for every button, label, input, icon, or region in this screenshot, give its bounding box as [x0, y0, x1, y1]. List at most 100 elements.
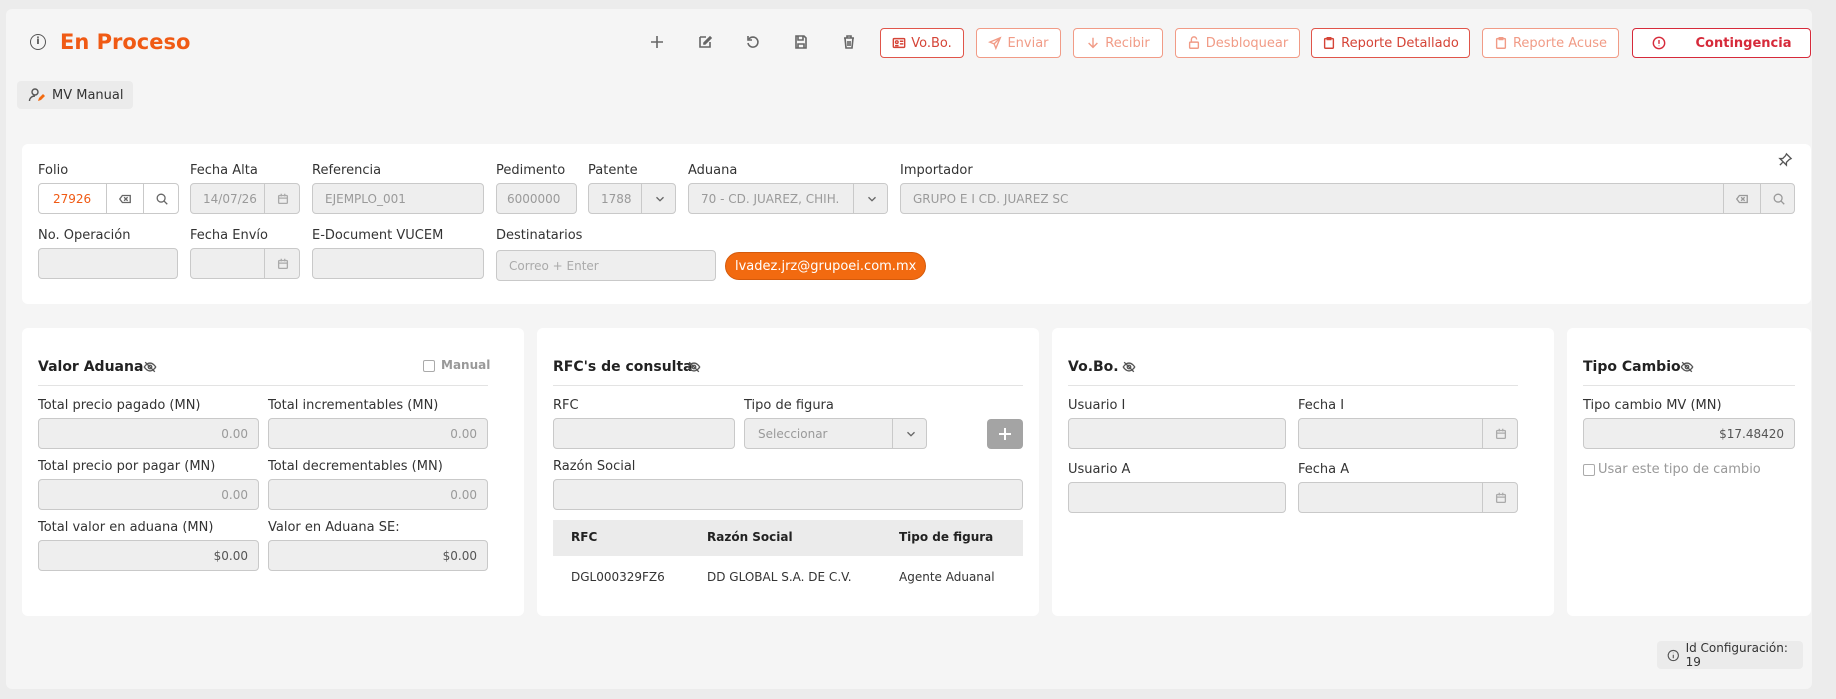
vobo-button[interactable]: Vo.Bo.: [880, 28, 964, 58]
chevron-down-icon[interactable]: [641, 184, 675, 213]
recibir-button-label: Recibir: [1105, 35, 1150, 51]
mv-manual-label: MV Manual: [52, 87, 124, 103]
calendar-icon[interactable]: [264, 249, 299, 278]
total-valor-aduana-field[interactable]: $0.00: [38, 540, 259, 571]
aduana-value: 70 - CD. JUAREZ, CHIH.: [701, 191, 840, 206]
reporte-acuse-label: Reporte Acuse: [1512, 35, 1608, 51]
chevron-down-icon[interactable]: [892, 419, 926, 448]
clear-icon[interactable]: [1723, 184, 1760, 213]
usuario-i-field[interactable]: [1068, 418, 1286, 449]
no-operacion-label: No. Operación: [38, 228, 131, 243]
usuario-a-label: Usuario A: [1068, 462, 1131, 477]
trash-icon[interactable]: [837, 30, 861, 54]
fecha-alta-label: Fecha Alta: [190, 163, 258, 178]
table-row[interactable]: DGL000329FZ6 DD GLOBAL S.A. DE C.V. Agen…: [553, 560, 1023, 594]
valor-aduana-se-field[interactable]: $0.00: [268, 540, 488, 571]
divider: [553, 385, 1023, 386]
reporte-acuse-button[interactable]: Reporte Acuse: [1482, 28, 1619, 58]
patente-select[interactable]: 1788: [588, 183, 676, 214]
rfc-input[interactable]: [553, 418, 735, 449]
table-cell: DGL000329FZ6: [571, 570, 665, 584]
info-icon[interactable]: i: [30, 34, 46, 50]
tipo-figura-select[interactable]: Seleccionar: [744, 418, 927, 449]
plus-icon: [999, 428, 1011, 440]
total-pagado-label: Total precio pagado (MN): [38, 398, 201, 413]
send-icon: [988, 36, 1003, 50]
usar-tipo-cambio-checkbox[interactable]: [1583, 464, 1595, 476]
contingencia-label: Contingencia: [1695, 35, 1792, 51]
total-pagado-field[interactable]: 0.00: [38, 418, 259, 449]
clear-icon[interactable]: [106, 184, 143, 213]
no-operacion-field[interactable]: [38, 248, 178, 279]
save-icon[interactable]: [789, 30, 813, 54]
destinatarios-input[interactable]: Correo + Enter: [496, 250, 716, 281]
eye-off-icon[interactable]: [687, 360, 703, 376]
add-icon[interactable]: [645, 30, 669, 54]
edocument-label: E-Document VUCEM: [312, 228, 444, 243]
tipo-figura-label: Tipo de figura: [744, 398, 834, 413]
total-por-pagar-field[interactable]: 0.00: [38, 479, 259, 510]
calendar-icon[interactable]: [1482, 483, 1517, 512]
contingencia-button[interactable]: Contingencia: [1632, 28, 1811, 58]
desbloquear-button[interactable]: Desbloquear: [1175, 28, 1300, 58]
aduana-select[interactable]: 70 - CD. JUAREZ, CHIH.: [688, 183, 888, 214]
valor-aduana-se-value: $0.00: [442, 548, 477, 563]
importador-field[interactable]: GRUPO E I CD. JUAREZ SC: [900, 183, 1795, 214]
folio-field[interactable]: 27926: [38, 183, 179, 214]
tipo-cambio-label: Tipo cambio MV (MN): [1583, 398, 1722, 413]
calendar-icon[interactable]: [1482, 419, 1517, 448]
unlock-icon: [1188, 36, 1199, 49]
total-valor-aduana-value: $0.00: [213, 548, 248, 563]
email-tag-label: lvadez.jrz@grupoei.com.mx: [735, 258, 917, 274]
eye-off-icon[interactable]: [1122, 360, 1138, 376]
search-icon[interactable]: [1760, 184, 1794, 213]
eye-off-icon[interactable]: [1680, 360, 1696, 376]
search-icon[interactable]: [143, 184, 178, 213]
column-header: RFC: [571, 530, 598, 544]
total-por-pagar-value: 0.00: [221, 487, 248, 502]
chevron-down-icon[interactable]: [853, 184, 887, 213]
rfc-label: RFC: [553, 398, 579, 413]
total-valor-aduana-label: Total valor en aduana (MN): [38, 520, 214, 535]
add-rfc-button[interactable]: [987, 419, 1023, 449]
referencia-field[interactable]: EJEMPLO_001: [312, 183, 484, 214]
manual-label: Manual: [441, 358, 491, 372]
pedimento-field[interactable]: 6000000: [496, 183, 577, 214]
total-decrementables-label: Total decrementables (MN): [268, 459, 443, 474]
calendar-icon[interactable]: [264, 184, 299, 213]
enviar-button-label: Enviar: [1007, 35, 1049, 51]
config-label: Id Configuración: 19: [1685, 641, 1788, 669]
patente-value: 1788: [601, 191, 632, 206]
edocument-field[interactable]: [312, 248, 484, 279]
email-tag[interactable]: lvadez.jrz@grupoei.com.mx: [725, 252, 927, 280]
recibir-button[interactable]: Recibir: [1073, 28, 1163, 58]
folio-label: Folio: [38, 163, 69, 178]
manual-checkbox[interactable]: [423, 360, 435, 372]
fecha-alta-value: 14/07/26: [203, 191, 257, 206]
reporte-detallado-label: Reporte Detallado: [1341, 35, 1459, 51]
eye-off-icon[interactable]: [143, 360, 159, 376]
alert-circle-icon: [1652, 36, 1665, 50]
fecha-a-field[interactable]: [1298, 482, 1518, 513]
fecha-envio-field[interactable]: [190, 248, 300, 279]
page-title: En Proceso: [60, 30, 191, 54]
enviar-button[interactable]: Enviar: [976, 28, 1061, 58]
fecha-i-field[interactable]: [1298, 418, 1518, 449]
razon-social-input[interactable]: [553, 479, 1023, 510]
reporte-detallado-button[interactable]: Reporte Detallado: [1311, 28, 1470, 58]
usuario-a-field[interactable]: [1068, 482, 1286, 513]
fecha-envio-label: Fecha Envío: [190, 228, 268, 243]
undo-icon[interactable]: [741, 30, 765, 54]
referencia-value: EJEMPLO_001: [325, 191, 406, 206]
referencia-label: Referencia: [312, 163, 382, 178]
edit-icon[interactable]: [693, 30, 717, 54]
tipo-cambio-field[interactable]: $17.48420: [1583, 418, 1795, 449]
config-badge: Id Configuración: 19: [1657, 641, 1803, 669]
fecha-alta-field[interactable]: 14/07/26: [190, 183, 300, 214]
total-incrementables-field[interactable]: 0.00: [268, 418, 488, 449]
importador-label: Importador: [900, 163, 973, 178]
total-decrementables-field[interactable]: 0.00: [268, 479, 488, 510]
usar-tipo-cambio-label: Usar este tipo de cambio: [1598, 462, 1761, 477]
mv-manual-chip[interactable]: MV Manual: [17, 81, 133, 109]
pin-icon[interactable]: [1778, 152, 1794, 168]
